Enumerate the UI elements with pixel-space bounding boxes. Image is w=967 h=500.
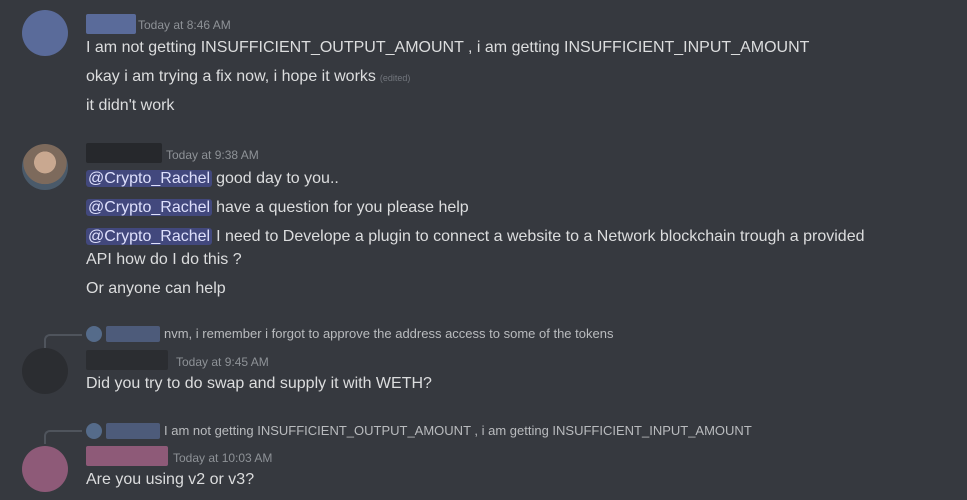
message-text-content: okay i am trying a fix now, i hope it wo… — [86, 68, 376, 85]
edited-label: (edited) — [379, 73, 411, 83]
message-text: Did you try to do swap and supply it wit… — [86, 375, 432, 392]
message-text: @Crypto_Rachel have a question for you pl… — [86, 198, 469, 218]
message-text: I am not getting INSUFFICIENT_OUTPUT_AMO… — [86, 39, 810, 56]
avatar[interactable] — [22, 10, 68, 56]
reply-username-redacted[interactable] — [106, 423, 160, 439]
timestamp: Today at 10:03 AM — [173, 451, 273, 465]
reply-username-redacted[interactable] — [106, 326, 160, 342]
reply-preview-text[interactable]: I am not getting INSUFFICIENT_OUTPUT_AMO… — [164, 423, 752, 439]
username-redacted[interactable] — [86, 350, 168, 370]
message-text: okay i am trying a fix now, i hope it wo… — [86, 67, 410, 88]
message-text: @Crypto_Rachel good day to you.. — [86, 169, 339, 189]
user-mention[interactable]: @Crypto_Rachel — [86, 170, 213, 187]
timestamp: Today at 9:45 AM — [176, 355, 269, 369]
reply-spine — [44, 430, 82, 444]
message-text: Are you using v2 or v3? — [86, 471, 255, 488]
user-mention[interactable]: @Crypto_Rachel — [86, 199, 213, 216]
message-text-content: have a question for you please help — [216, 199, 469, 216]
avatar[interactable] — [22, 446, 68, 492]
message-text: API how do I do this ? — [86, 251, 242, 268]
avatar[interactable] — [22, 144, 68, 190]
timestamp: Today at 8:46 AM — [138, 18, 231, 32]
avatar[interactable] — [22, 348, 68, 394]
username-redacted[interactable] — [86, 143, 162, 163]
message-text-content: I need to Develope a plugin to connect a… — [216, 228, 865, 245]
reply-avatar[interactable] — [86, 326, 102, 342]
user-mention[interactable]: @Crypto_Rachel — [86, 228, 213, 245]
username-redacted[interactable] — [86, 446, 168, 466]
message-text: @Crypto_Rachel I need to Develope a plugi… — [86, 227, 864, 247]
reply-preview-text[interactable]: nvm, i remember i forgot to approve the … — [164, 326, 613, 342]
reply-spine — [44, 334, 82, 348]
reply-avatar[interactable] — [86, 423, 102, 439]
message-text: it didn't work — [86, 97, 175, 114]
timestamp: Today at 9:38 AM — [166, 148, 259, 162]
message-text-content: good day to you.. — [216, 170, 339, 187]
message-text: Or anyone can help — [86, 280, 226, 297]
username-redacted[interactable] — [86, 14, 136, 34]
